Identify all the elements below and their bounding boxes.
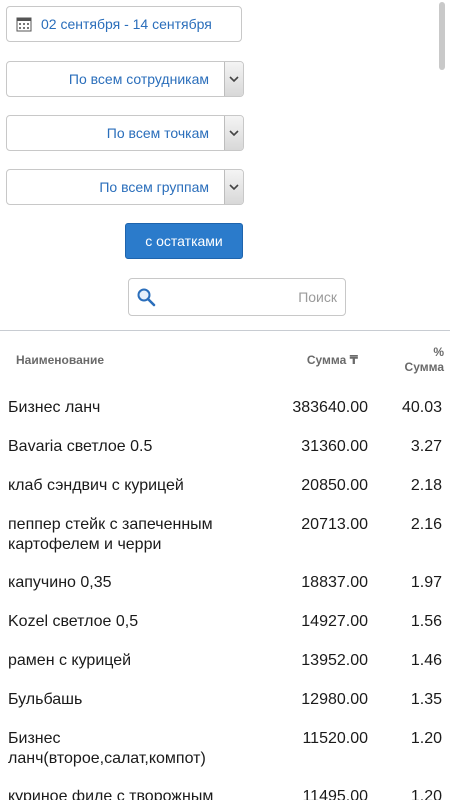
row-sum: 18837.00: [301, 574, 368, 591]
row-name: Бульбашь: [8, 691, 83, 708]
row-percent: 40.03: [401, 399, 442, 416]
table-row[interactable]: Kozel светлое 0,5 14927.00 1.56: [0, 604, 450, 643]
table-divider: [0, 330, 450, 331]
calendar-icon: [16, 17, 32, 32]
search-input[interactable]: Поиск: [128, 278, 346, 316]
row-percent: 1.20: [410, 730, 442, 747]
row-percent: 1.56: [410, 613, 442, 630]
table-row[interactable]: пеппер стейк с запеченным картофелем и ч…: [0, 507, 450, 565]
row-name: Kozel светлое 0,5: [8, 613, 139, 630]
column-header-name[interactable]: Наименование: [16, 353, 104, 367]
groups-select-value: По всем группам: [99, 179, 209, 195]
groups-select[interactable]: По всем группам: [6, 169, 244, 205]
row-sum: 13952.00: [301, 652, 368, 669]
magnifier-icon: [137, 288, 156, 307]
chevron-down-icon: [229, 184, 239, 191]
row-percent: 1.46: [410, 652, 442, 669]
table-row[interactable]: капучино 0,35 18837.00 1.97: [0, 565, 450, 604]
row-sum: 14927.00: [301, 613, 368, 630]
table-row[interactable]: куриное филе с творожным 11495.00 1.20: [0, 779, 450, 800]
row-name: рамен с курицей: [8, 652, 132, 669]
points-select-value: По всем точкам: [106, 125, 209, 141]
table-row[interactable]: Бизнес ланч 383640.00 40.03: [0, 390, 450, 429]
row-sum: 31360.00: [301, 438, 368, 455]
chevron-down-icon: [229, 130, 239, 137]
row-percent: 2.18: [410, 477, 442, 494]
groups-select-toggle[interactable]: [224, 170, 243, 204]
row-name: клаб сэндвич с курицей: [8, 477, 184, 494]
row-sum: 11520.00: [302, 730, 368, 747]
row-name: Bavaria светлое 0.5: [8, 438, 153, 455]
column-header-sum[interactable]: Сумма ₸: [307, 353, 358, 367]
row-name: Бизнес ланч(второе,салат,компот): [8, 730, 206, 767]
with-remains-button[interactable]: с остатками: [125, 223, 243, 259]
employees-select-toggle[interactable]: [224, 62, 243, 96]
row-name: капучино 0,35: [8, 574, 112, 591]
search-placeholder: Поиск: [298, 289, 337, 305]
column-header-percent[interactable]: % Сумма: [384, 345, 444, 375]
row-percent: 1.20: [410, 788, 442, 800]
scrollbar-thumb[interactable]: [439, 2, 445, 70]
row-name: куриное филе с творожным: [8, 788, 214, 800]
date-range-picker[interactable]: 02 сентября - 14 сентября: [6, 6, 242, 42]
row-percent: 1.35: [410, 691, 442, 708]
points-select-toggle[interactable]: [224, 116, 243, 150]
row-sum: 11495.00: [302, 788, 368, 800]
row-percent: 2.16: [410, 516, 442, 533]
employees-select[interactable]: По всем сотрудникам: [6, 61, 244, 97]
points-select[interactable]: По всем точкам: [6, 115, 244, 151]
row-sum: 383640.00: [292, 399, 368, 416]
date-range-text: 02 сентября - 14 сентября: [41, 16, 212, 32]
table-row[interactable]: Бульбашь 12980.00 1.35: [0, 682, 450, 721]
row-percent: 1.97: [410, 574, 442, 591]
row-percent: 3.27: [410, 438, 442, 455]
table-body: Бизнес ланч 383640.00 40.03 Bavaria свет…: [0, 390, 450, 800]
row-name: пеппер стейк с запеченным картофелем и ч…: [8, 516, 213, 553]
row-sum: 20713.00: [301, 516, 368, 533]
employees-select-value: По всем сотрудникам: [68, 71, 209, 87]
row-sum: 20850.00: [301, 477, 368, 494]
table-row[interactable]: Bavaria светлое 0.5 31360.00 3.27: [0, 429, 450, 468]
table-row[interactable]: клаб сэндвич с курицей 20850.00 2.18: [0, 468, 450, 507]
row-sum: 12980.00: [301, 691, 368, 708]
row-name: Бизнес ланч: [8, 399, 101, 416]
column-header-percent-label: Сумма: [404, 360, 444, 374]
table-row[interactable]: рамен с курицей 13952.00 1.46: [0, 643, 450, 682]
chevron-down-icon: [229, 76, 239, 83]
page: 02 сентября - 14 сентября По всем сотруд…: [0, 0, 450, 800]
table-row[interactable]: Бизнес ланч(второе,салат,компот) 11520.0…: [0, 721, 450, 779]
column-header-percent-sign: %: [433, 345, 444, 359]
